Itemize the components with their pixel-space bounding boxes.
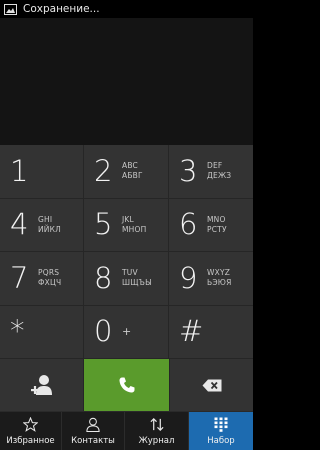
dialpad: 1 2 ABC АБВГ 3 DEF ДЕЖЗ 4 GHI ИЙКЛ 5 JKL… [0,145,253,359]
key-digit: 5 [94,207,113,242]
key-digit: * [10,314,25,349]
key-digit: 3 [179,153,198,188]
key-plus-label: + [122,325,132,339]
person-icon [85,416,101,432]
call-log-icon [149,416,165,432]
image-icon [4,3,17,15]
key-digit: 2 [94,153,113,188]
dialpad-icon [214,416,228,432]
tab-dialpad[interactable]: Набор [189,412,253,450]
key-6[interactable]: 6 MNO РСТУ [169,198,253,252]
key-letters: JKL МНОП [122,214,147,234]
tab-label: Набор [207,436,235,446]
tab-label: Избранное [6,436,55,446]
key-letters: GHI ИЙКЛ [38,214,61,234]
key-letters: PQRS ФХЦЧ [38,268,62,288]
key-8[interactable]: 8 TUV ШЩЪЫ [84,252,169,306]
key-4[interactable]: 4 GHI ИЙКЛ [0,198,84,252]
bottom-tab-bar: Избранное Контакты Журнал Набор [0,411,253,450]
key-3[interactable]: 3 DEF ДЕЖЗ [169,145,253,199]
key-7[interactable]: 7 PQRS ФХЦЧ [0,252,84,306]
key-digit: 0 [94,314,113,349]
key-digit: 8 [94,260,113,295]
add-contact-icon [30,375,52,395]
key-digit: 6 [179,207,198,242]
key-9[interactable]: 9 WXYZ ЬЭЮЯ [169,252,253,306]
add-contact-button[interactable] [0,359,84,411]
key-letters: MNO РСТУ [207,214,227,234]
status-notification-text: Сохранение... [23,3,100,15]
call-button[interactable] [84,359,169,411]
key-letters: TUV ШЩЪЫ [122,268,152,288]
tab-contacts[interactable]: Контакты [62,412,125,450]
key-letters: ABC АБВГ [122,161,143,181]
status-bar: Сохранение... [0,0,253,18]
key-letters: WXYZ ЬЭЮЯ [207,268,232,288]
key-1[interactable]: 1 [0,145,84,199]
key-letters: DEF ДЕЖЗ [207,161,232,181]
tab-label: Журнал [138,436,175,446]
key-digit: 7 [10,260,29,295]
key-hash[interactable]: # [169,305,253,359]
key-2[interactable]: 2 ABC АБВГ [84,145,169,199]
key-star[interactable]: * [0,305,84,359]
key-digit: 9 [179,260,198,295]
delete-button[interactable] [169,359,253,411]
tab-favorites[interactable]: Избранное [0,412,62,450]
key-0[interactable]: 0 + [84,305,169,359]
tab-label: Контакты [71,436,115,446]
backspace-icon [202,379,221,391]
dialed-number-display[interactable] [0,18,253,145]
key-digit: 4 [10,207,29,242]
key-5[interactable]: 5 JKL МНОП [84,198,169,252]
phone-handset-icon [119,377,134,393]
key-digit: 1 [10,153,29,188]
key-digit: # [179,314,204,349]
dialer-action-row [0,359,253,411]
star-icon [23,416,38,432]
tab-call-log[interactable]: Журнал [125,412,189,450]
